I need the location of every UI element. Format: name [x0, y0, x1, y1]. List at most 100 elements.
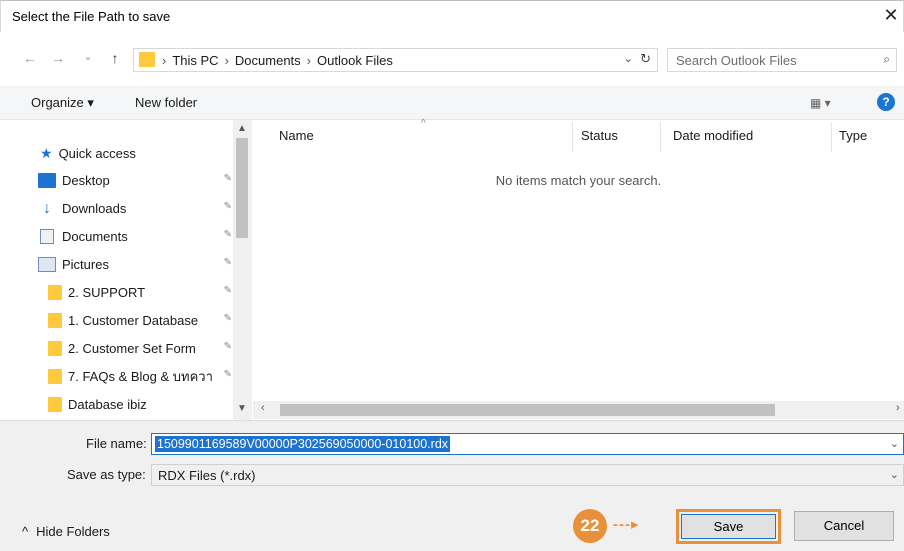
breadcrumb-outlook-files[interactable]: Outlook Files [317, 53, 393, 68]
up-arrow-icon[interactable]: ↑ [106, 50, 124, 70]
save-button-highlight: Save [676, 509, 781, 544]
navigation-pane: ★ Quick access Desktop ✎ ↓ Downloads ✎ D… [0, 120, 253, 420]
search-icon[interactable]: ⌕ [883, 52, 890, 67]
back-arrow-icon[interactable]: ← [21, 50, 39, 70]
nav-item-label: Downloads [62, 200, 127, 216]
step-badge: 22 [573, 509, 607, 543]
desktop-icon [38, 172, 56, 188]
chevron-up-icon: ^ [22, 524, 29, 539]
nav-quick-access[interactable]: ★ Quick access [40, 140, 240, 166]
save-form: File name: 1509901169589V00000P302569050… [0, 420, 904, 551]
chevron-down-icon[interactable]: ⌄ [890, 468, 899, 481]
nav-item-label: Desktop [62, 172, 110, 188]
save-button[interactable]: Save [681, 514, 776, 539]
address-row: ← → ⌄ ↑ › This PC › Documents › Outlook … [0, 36, 904, 86]
close-icon[interactable]: ✕ [881, 5, 901, 27]
save-type-value: RDX Files (*.rdx) [158, 468, 256, 483]
pin-icon[interactable]: ✎ [224, 173, 232, 184]
pin-icon[interactable]: ✎ [224, 369, 232, 380]
scrollbar-thumb[interactable] [236, 138, 248, 238]
cancel-button[interactable]: Cancel [794, 511, 894, 541]
organize-menu[interactable]: Organize ▾ [31, 95, 94, 111]
nav-item-downloads[interactable]: ↓ Downloads ✎ [38, 195, 238, 221]
breadcrumb: › This PC › Documents › Outlook Files [162, 53, 393, 68]
breadcrumb-separator-icon: › [162, 53, 167, 68]
column-header-name[interactable]: Name [279, 128, 314, 143]
scrollbar-thumb[interactable] [280, 404, 775, 416]
pin-icon[interactable]: ✎ [224, 257, 232, 268]
column-header-date-modified[interactable]: Date modified [673, 128, 753, 143]
horizontal-scrollbar[interactable]: ‹ › [253, 401, 904, 419]
nav-scrollbar[interactable]: ▲ ▼ [233, 120, 252, 420]
file-list: ^ Name Status Date modified Type No item… [253, 118, 904, 420]
scroll-up-icon[interactable]: ▲ [237, 123, 247, 134]
empty-state-message: No items match your search. [495, 173, 662, 188]
breadcrumb-separator-icon: › [306, 53, 312, 68]
folder-icon [48, 396, 62, 412]
pin-icon[interactable]: ✎ [224, 341, 232, 352]
forward-arrow-icon[interactable]: → [49, 50, 67, 70]
recent-locations-icon[interactable]: ⌄ [79, 50, 97, 70]
dialog-title: Select the File Path to save [12, 9, 171, 24]
title-bar: Select the File Path to save ✕ [0, 0, 904, 32]
column-divider[interactable] [831, 122, 832, 152]
nav-item-label: 2. SUPPORT [68, 284, 146, 300]
nav-item-desktop[interactable]: Desktop ✎ [38, 167, 238, 193]
nav-item-support[interactable]: 2. SUPPORT ✎ [48, 279, 238, 305]
folder-icon [48, 312, 62, 328]
scroll-right-icon[interactable]: › [896, 402, 900, 414]
breadcrumb-documents[interactable]: Documents [235, 53, 301, 68]
nav-item-database-ibiz[interactable]: Database ibiz [48, 391, 238, 417]
search-box: ⌕ [667, 48, 897, 72]
file-name-field[interactable]: 1509901169589V00000P302569050000-010100.… [151, 433, 904, 455]
pictures-icon [38, 256, 56, 272]
star-icon: ★ [40, 144, 53, 161]
nav-item-pictures[interactable]: Pictures ✎ [38, 251, 238, 277]
pin-icon[interactable]: ✎ [224, 285, 232, 296]
folder-icon [48, 340, 62, 356]
new-folder-button[interactable]: New folder [135, 95, 197, 110]
dashed-arrow-icon: ---▸ [613, 516, 640, 533]
column-divider[interactable] [572, 122, 573, 152]
nav-item-customer-set-form[interactable]: 2. Customer Set Form ✎ [48, 335, 238, 361]
nav-item-label: 7. FAQs & Blog & บทควา [68, 368, 213, 384]
scroll-left-icon[interactable]: ‹ [261, 402, 265, 414]
search-input[interactable] [676, 52, 866, 68]
folder-icon [48, 284, 62, 300]
column-header-type[interactable]: Type [839, 128, 867, 143]
pin-icon[interactable]: ✎ [224, 201, 232, 212]
nav-item-documents[interactable]: Documents ✎ [38, 223, 238, 249]
file-name-label: File name: [86, 436, 147, 451]
breadcrumb-this-pc[interactable]: This PC [172, 53, 218, 68]
view-options-icon[interactable]: ▦ ▾ [810, 96, 831, 110]
save-type-label: Save as type: [67, 467, 146, 482]
pin-icon[interactable]: ✎ [224, 229, 232, 240]
scroll-down-icon[interactable]: ▼ [237, 403, 247, 414]
file-name-value[interactable]: 1509901169589V00000P302569050000-010100.… [155, 436, 451, 452]
nav-item-label: Quick access [58, 145, 136, 161]
nav-item-label: Documents [62, 228, 128, 244]
pin-icon[interactable]: ✎ [224, 313, 232, 324]
refresh-icon[interactable]: ↻ [640, 51, 651, 67]
nav-item-label: Database ibiz [68, 396, 147, 412]
column-header-status[interactable]: Status [581, 128, 618, 143]
save-type-select[interactable]: RDX Files (*.rdx) ⌄ [151, 464, 904, 486]
nav-item-faqs-blog[interactable]: 7. FAQs & Blog & บทควา ✎ [48, 363, 238, 389]
hide-folders-button[interactable]: ^ Hide Folders [22, 524, 110, 539]
nav-item-label: Pictures [62, 256, 109, 272]
column-divider[interactable] [660, 122, 661, 152]
chevron-down-icon[interactable]: ⌄ [624, 52, 633, 65]
address-bar[interactable]: › This PC › Documents › Outlook Files ⌄ … [133, 48, 658, 72]
help-icon[interactable]: ? [877, 93, 895, 111]
download-icon: ↓ [43, 199, 51, 217]
document-icon [40, 228, 54, 244]
nav-item-label: 1. Customer Database [68, 312, 199, 328]
folder-icon [139, 52, 155, 67]
nav-item-label: 2. Customer Set Form [68, 340, 196, 356]
command-toolbar: Organize ▾ New folder ▦ ▾ ? [0, 86, 904, 120]
chevron-down-icon[interactable]: ⌄ [890, 437, 899, 450]
sort-ascending-icon: ^ [421, 118, 426, 129]
folder-icon [48, 368, 62, 384]
nav-item-customer-database[interactable]: 1. Customer Database ✎ [48, 307, 238, 333]
breadcrumb-separator-icon: › [224, 53, 229, 68]
